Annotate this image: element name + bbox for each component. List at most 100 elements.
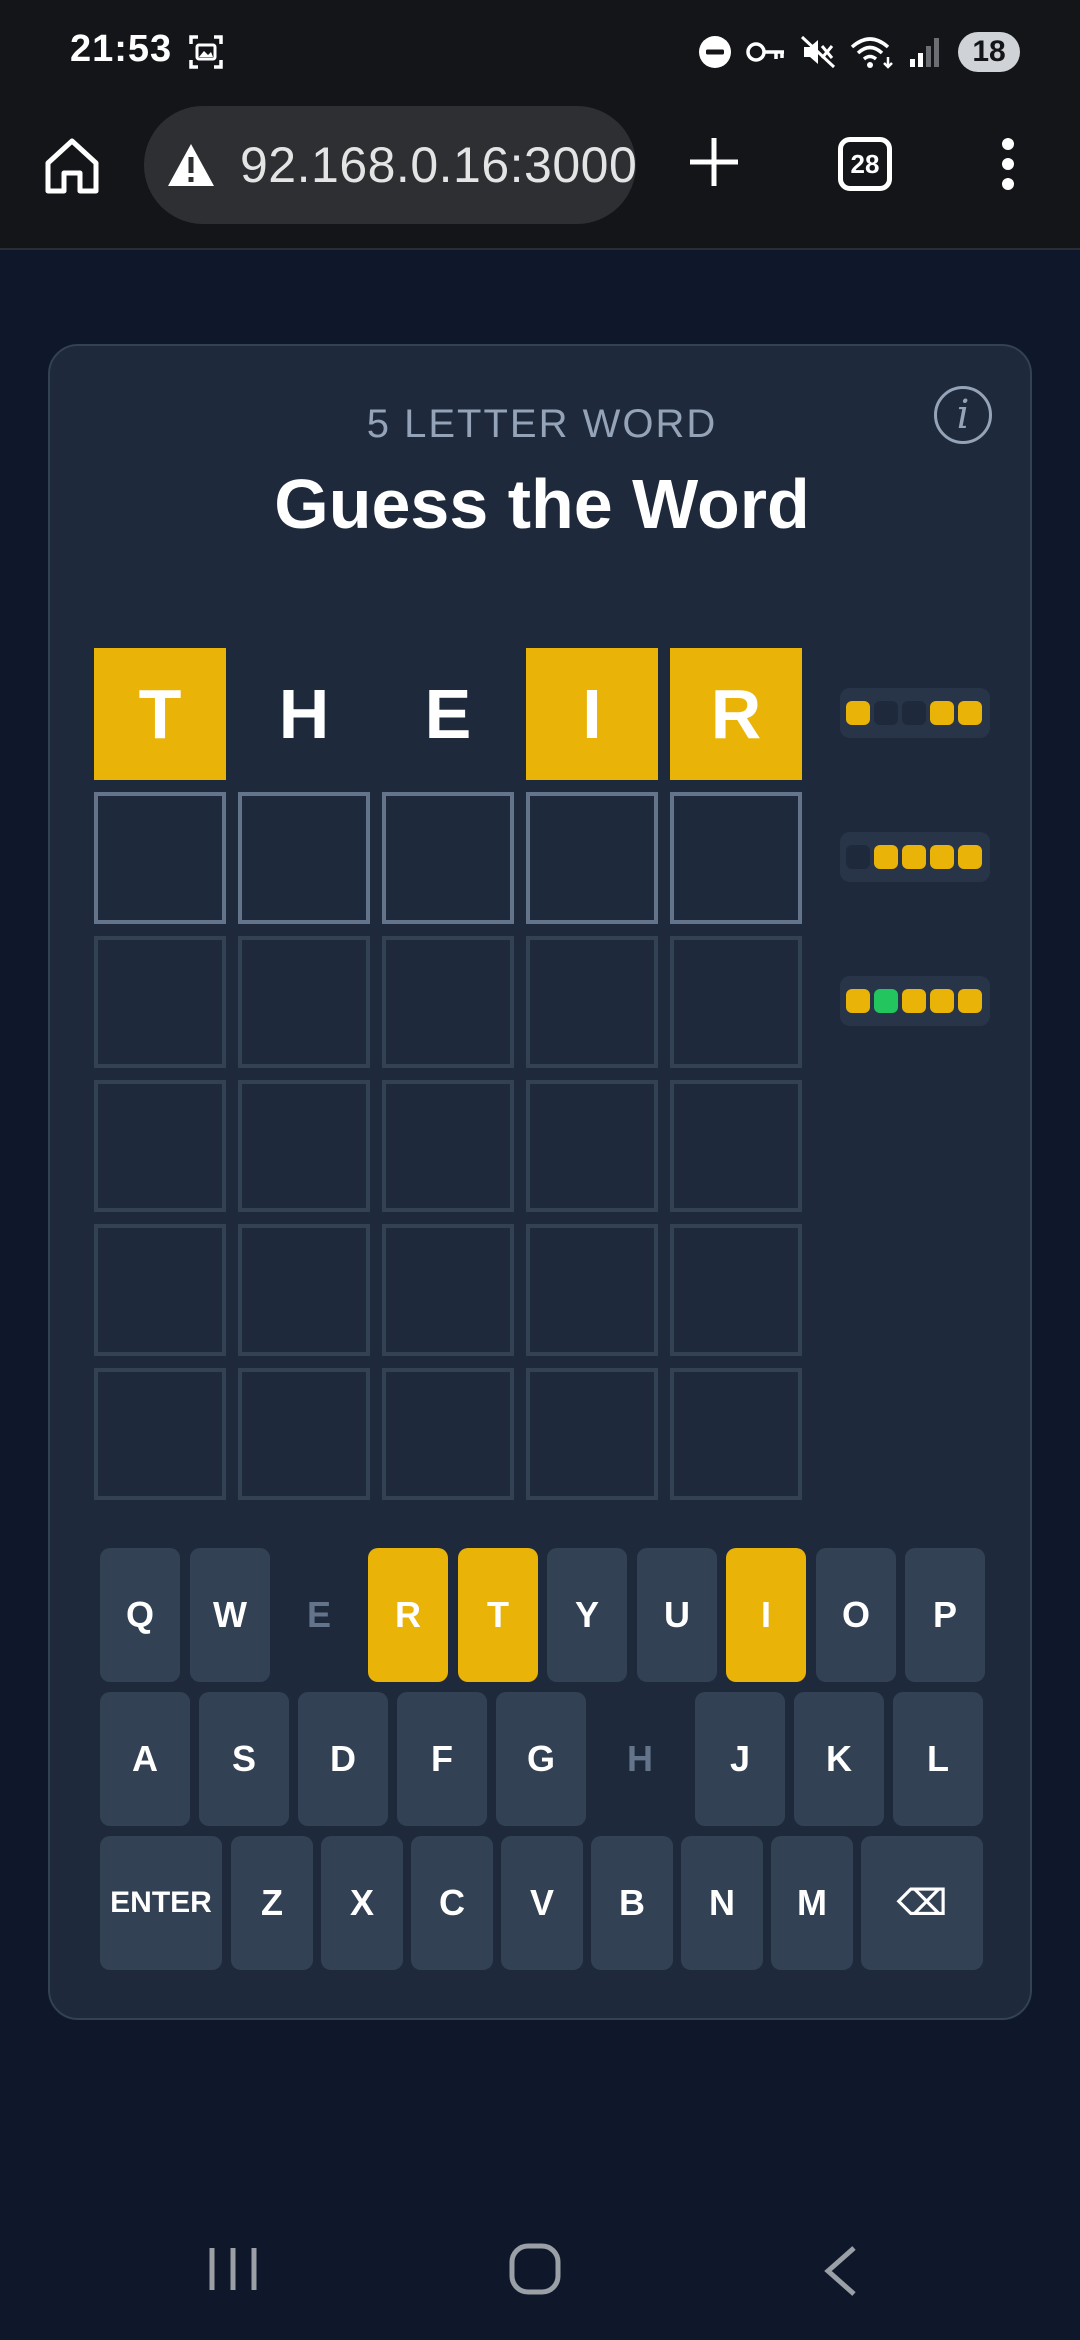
hint-dot	[874, 701, 898, 725]
letter-tile	[238, 936, 370, 1068]
key-l[interactable]: L	[893, 1692, 983, 1826]
letter-tile	[670, 936, 802, 1068]
key-s[interactable]: S	[199, 1692, 289, 1826]
tab-count-button[interactable]: 28	[838, 137, 892, 191]
key-h[interactable]: H	[595, 1692, 685, 1826]
warning-icon[interactable]	[166, 142, 216, 188]
wifi-icon	[850, 37, 893, 69]
key-f[interactable]: F	[397, 1692, 487, 1826]
battery-indicator: 18	[958, 32, 1020, 72]
key-j[interactable]: J	[695, 1692, 785, 1826]
hint-dot	[874, 989, 898, 1013]
letter-tile	[94, 1224, 226, 1356]
key-c[interactable]: C	[411, 1836, 493, 1970]
letter-tile	[670, 1224, 802, 1356]
backspace-key[interactable]: ⌫	[861, 1836, 983, 1970]
hint-dot	[902, 989, 926, 1013]
menu-icon[interactable]	[990, 136, 1026, 192]
page-title: Guess the Word	[274, 465, 810, 543]
game-card: i 5 LETTER WORD Guess the Word THEIR QWE…	[48, 344, 1032, 2020]
letter-tile	[94, 1080, 226, 1212]
key-y[interactable]: Y	[547, 1548, 627, 1682]
key-e[interactable]: E	[279, 1548, 359, 1682]
key-z[interactable]: Z	[231, 1836, 313, 1970]
hint-dot	[930, 845, 954, 869]
key-t[interactable]: T	[458, 1548, 538, 1682]
letter-tile	[382, 936, 514, 1068]
letter-tile	[382, 1224, 514, 1356]
letter-tile	[238, 1368, 370, 1500]
back-icon[interactable]	[820, 2244, 860, 2298]
letter-tile	[238, 1080, 370, 1212]
hint-dot	[846, 701, 870, 725]
key-p[interactable]: P	[905, 1548, 985, 1682]
key-m[interactable]: M	[771, 1836, 853, 1970]
hint-dot	[902, 701, 926, 725]
recent-apps-icon[interactable]	[206, 2244, 260, 2294]
system-nav-bar	[0, 2200, 1080, 2340]
key-i[interactable]: I	[726, 1548, 806, 1682]
home-icon[interactable]	[40, 133, 104, 197]
browser-toolbar: 92.168.0.16:3000 28	[0, 100, 1080, 250]
hint-dot	[902, 845, 926, 869]
plus-icon[interactable]	[684, 132, 744, 192]
letter-tile	[670, 792, 802, 924]
letter-tile	[670, 1368, 802, 1500]
letter-tile	[94, 792, 226, 924]
key-b[interactable]: B	[591, 1836, 673, 1970]
hint-dot	[958, 845, 982, 869]
mute-icon	[800, 35, 836, 69]
letter-tile: T	[94, 648, 226, 780]
status-icons: 18	[698, 30, 1020, 74]
letter-tile	[670, 1080, 802, 1212]
letter-tile	[382, 1368, 514, 1500]
address-bar[interactable]: 92.168.0.16:3000	[144, 106, 636, 224]
key-a[interactable]: A	[100, 1692, 190, 1826]
letter-tile	[526, 936, 658, 1068]
url-text[interactable]: 92.168.0.16:3000	[240, 106, 636, 224]
row-hint	[840, 976, 990, 1026]
letter-tile	[382, 1080, 514, 1212]
key-u[interactable]: U	[637, 1548, 717, 1682]
key-g[interactable]: G	[496, 1692, 586, 1826]
key-w[interactable]: W	[190, 1548, 270, 1682]
status-bar: 21:53 18	[0, 0, 1080, 100]
hint-dot	[930, 701, 954, 725]
signal-icon	[910, 38, 939, 67]
hint-dot	[846, 989, 870, 1013]
home-circle-icon[interactable]	[508, 2242, 562, 2296]
key-k[interactable]: K	[794, 1692, 884, 1826]
hint-dot	[958, 701, 982, 725]
hint-dot	[874, 845, 898, 869]
letter-tile	[94, 936, 226, 1068]
letter-tile	[238, 1224, 370, 1356]
key-n[interactable]: N	[681, 1836, 763, 1970]
key-d[interactable]: D	[298, 1692, 388, 1826]
key-x[interactable]: X	[321, 1836, 403, 1970]
letter-tile: R	[670, 648, 802, 780]
hint-dot	[958, 989, 982, 1013]
vpn-key-icon	[746, 42, 784, 62]
key-r[interactable]: R	[368, 1548, 448, 1682]
letter-tile: H	[278, 675, 330, 753]
letter-tile	[382, 792, 514, 924]
enter-key[interactable]: ENTER	[100, 1836, 222, 1970]
screenshot-icon	[189, 35, 223, 69]
letter-tile	[94, 1368, 226, 1500]
letter-tile	[526, 792, 658, 924]
letter-tile: E	[424, 675, 472, 753]
letter-tile: I	[526, 648, 658, 780]
row-hint	[840, 832, 990, 882]
hint-dot	[846, 845, 870, 869]
letter-tile	[526, 1368, 658, 1500]
letter-tile	[526, 1080, 658, 1212]
letter-tile	[526, 1224, 658, 1356]
letter-tile	[238, 792, 370, 924]
row-hint	[840, 688, 990, 738]
hint-dot	[930, 989, 954, 1013]
status-time: 21:53	[70, 28, 173, 70]
dnd-icon	[699, 36, 731, 68]
key-v[interactable]: V	[501, 1836, 583, 1970]
key-o[interactable]: O	[816, 1548, 896, 1682]
key-q[interactable]: Q	[100, 1548, 180, 1682]
